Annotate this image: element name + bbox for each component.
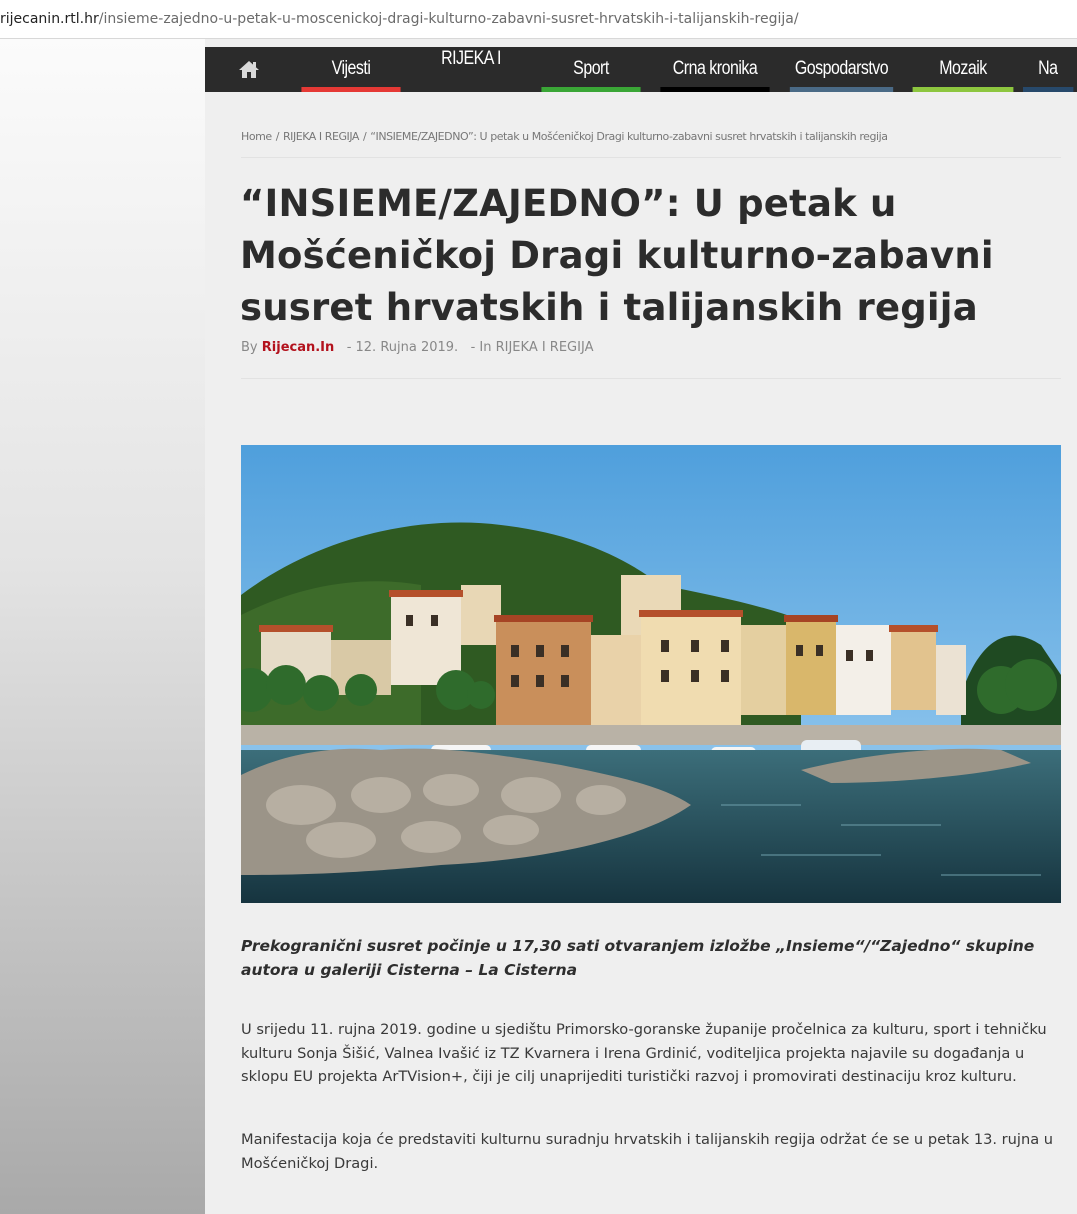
meta-by: By <box>241 340 258 355</box>
page-side-background <box>0 39 205 1214</box>
meta-category: - In RIJEKA I REGIJA <box>470 340 594 355</box>
nav-item-underline <box>789 87 894 92</box>
nav-item-underline <box>1023 87 1074 92</box>
breadcrumb-category[interactable]: RIJEKA I REGIJA <box>283 130 360 143</box>
nav-item-rijeka[interactable]: RIJEKA I <box>420 47 522 92</box>
nav-item-vijesti[interactable]: Vijesti <box>301 47 401 92</box>
nav-item-gospodarstvo[interactable]: Gospodarstvo <box>789 47 894 92</box>
breadcrumb-separator: / <box>275 130 280 143</box>
nav-item-label: Gospodarstvo <box>794 58 889 79</box>
breadcrumb-current: “INSIEME/ZAJEDNO”: U petak u Mošćeničkoj… <box>370 130 888 143</box>
nav-item-underline <box>660 87 770 92</box>
nav-item-label: Mozaik <box>939 58 987 79</box>
article-paragraph: Manifestacija koja će predstaviti kultur… <box>241 1131 1054 1172</box>
nav-item-label: Na <box>1038 58 1058 79</box>
breadcrumb-home[interactable]: Home <box>241 130 272 143</box>
article-paragraph: U srijedu 11. rujna 2019. godine u sjedi… <box>241 1021 1047 1085</box>
breadcrumb-separator: / <box>363 130 367 143</box>
harbor-photo-illustration <box>241 445 1061 903</box>
main-nav: Vijesti RIJEKA I Sport Crna kronika Gosp… <box>205 47 1077 92</box>
breadcrumb: Home / RIJEKA I REGIJA / “INSIEME/ZAJEDNO”: … <box>241 130 1061 143</box>
nav-home[interactable] <box>205 47 292 92</box>
address-bar[interactable]: rijecanin.rtl.hr/insieme-zajedno-u-petak… <box>0 0 1077 39</box>
nav-item-underline <box>541 87 641 92</box>
nav-item-underline <box>912 87 1014 92</box>
nav-item-label: Sport <box>573 58 609 79</box>
nav-item-na[interactable]: Na <box>1023 47 1074 92</box>
home-icon <box>238 61 259 78</box>
nav-item-underline <box>301 87 401 92</box>
nav-item-mozaik[interactable]: Mozaik <box>912 47 1014 92</box>
nav-item-label: Vijesti <box>331 58 371 79</box>
article-lead: Prekogranični susret počinje u 17,30 sat… <box>241 937 1035 979</box>
nav-item-label: Crna kronika <box>672 58 758 79</box>
article-title: “INSIEME/ZAJEDNO”: U petak u Mošćeničkoj… <box>240 182 994 329</box>
article-photo <box>241 445 1061 903</box>
nav-item-label: RIJEKA I <box>441 48 501 69</box>
divider <box>241 157 1061 158</box>
meta-date: - 12. Rujna 2019. <box>346 340 459 355</box>
article-meta: By Rijecan.In - 12. Rujna 2019. - In RIJ… <box>241 340 593 355</box>
meta-author-link[interactable]: Rijecan.In <box>262 340 335 355</box>
nav-item-sport[interactable]: Sport <box>541 47 641 92</box>
url-domain: rijecanin.rtl.hr <box>0 11 99 27</box>
url-path: /insieme-zajedno-u-petak-u-moscenickoj-d… <box>98 11 799 27</box>
nav-item-crna-kronika[interactable]: Crna kronika <box>660 47 770 92</box>
divider <box>241 378 1061 379</box>
